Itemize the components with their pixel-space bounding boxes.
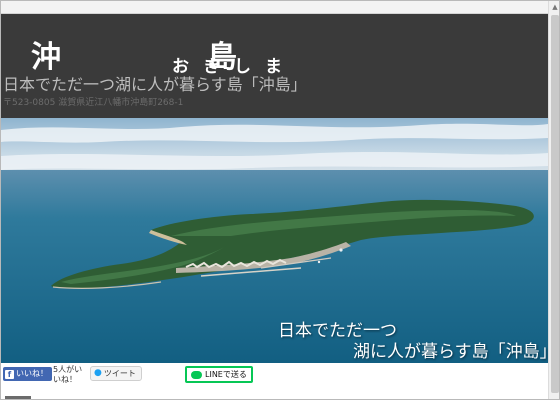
browser-viewport: 沖 島 おきしま 日本でただ一つ湖に人が暮らす島「沖島」 〒523-0805 滋… <box>0 0 560 400</box>
content-heading-peek <box>5 391 35 399</box>
tweet-label: ツイート <box>103 369 136 378</box>
facebook-like-button[interactable]: f いいね！ <box>3 367 52 381</box>
social-share-bar: f いいね！ 5人がいいね！ ● ツイート LINEで送る <box>1 363 548 391</box>
vertical-scrollbar[interactable]: ▲ <box>548 1 559 399</box>
scroll-up-arrow-icon[interactable]: ▲ <box>549 1 559 14</box>
site-tagline: 日本でただ一つ湖に人が暮らす島「沖島」 <box>3 75 307 94</box>
facebook-like-count: 5人がいいね！ <box>53 365 83 384</box>
island-aerial-photo <box>1 118 548 363</box>
site-address: 〒523-0805 滋賀県近江八幡市沖島町268-1 <box>3 98 184 108</box>
hero-caption-line2: 湖に人が暮らす島「沖島」 <box>353 342 548 362</box>
facebook-icon: f <box>5 369 14 379</box>
boat <box>317 260 321 264</box>
tweet-button[interactable]: ● ツイート <box>90 366 142 381</box>
top-strip <box>1 1 548 14</box>
line-share-label: LINEで送る <box>205 370 247 379</box>
boat <box>339 248 343 252</box>
line-share-button[interactable]: LINEで送る <box>185 366 253 383</box>
site-header: 沖 島 おきしま 日本でただ一つ湖に人が暮らす島「沖島」 〒523-0805 滋… <box>1 14 548 118</box>
scroll-thumb[interactable] <box>551 15 559 393</box>
twitter-bird-icon: ● <box>94 368 102 378</box>
hero-image: 日本でただ一つ 湖に人が暮らす島「沖島」 <box>1 118 548 363</box>
facebook-like-label: いいね！ <box>16 369 48 378</box>
line-icon <box>191 370 202 379</box>
